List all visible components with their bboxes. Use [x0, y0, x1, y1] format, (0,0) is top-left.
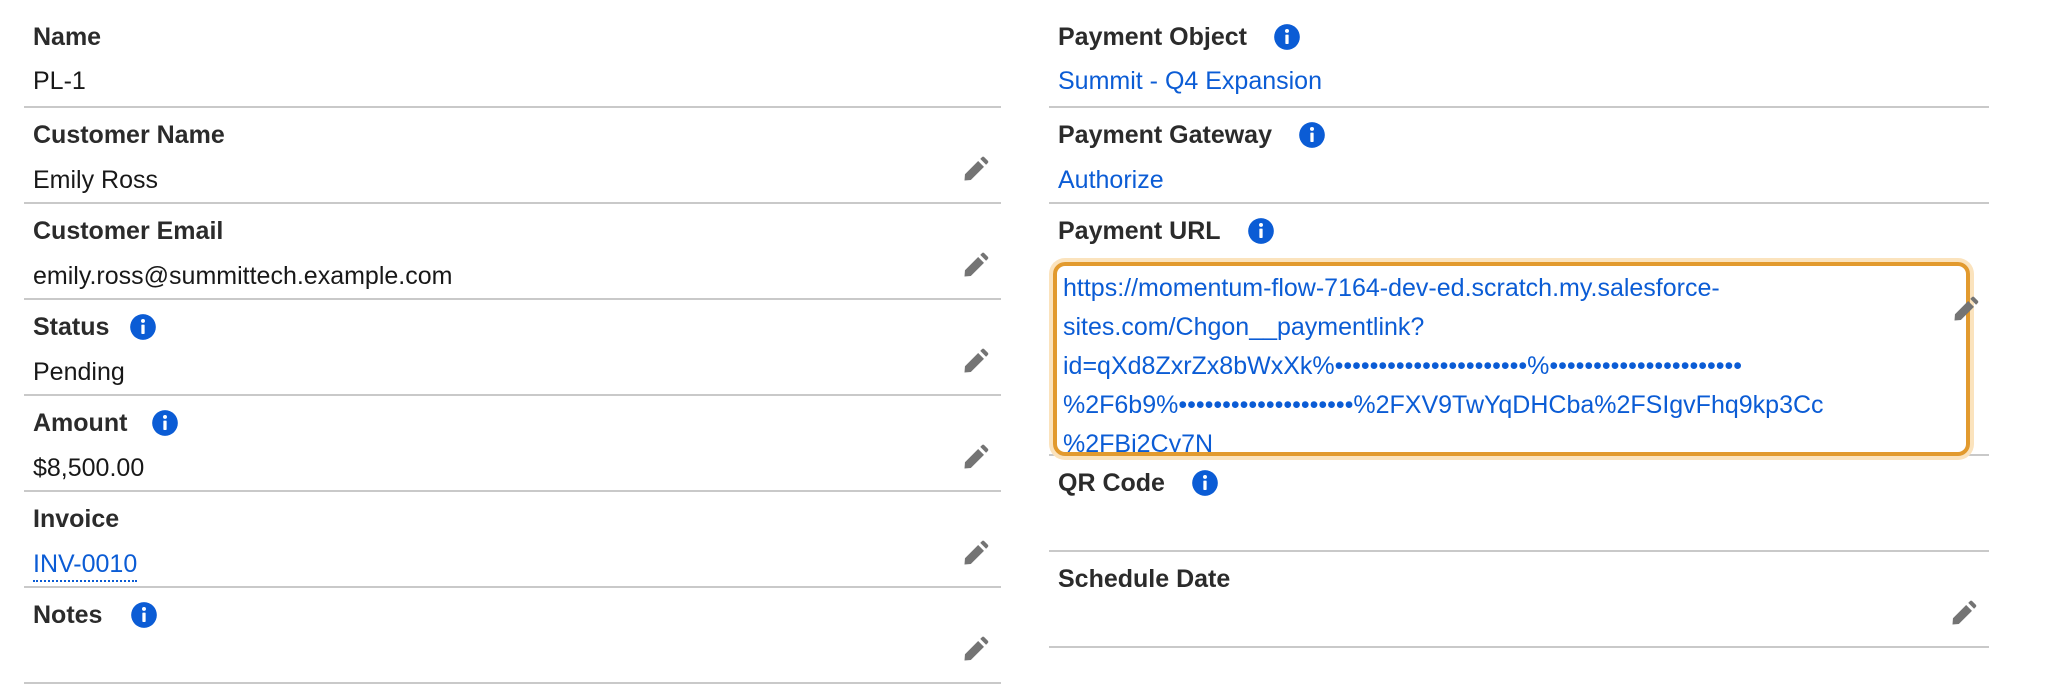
invoice-link[interactable]: INV-0010	[33, 550, 138, 582]
payment-gateway-link[interactable]: Authorize	[1058, 166, 1164, 194]
payment-url-link[interactable]: https://momentum-flow-7164-dev-ed.scratc…	[1053, 262, 1970, 456]
field-label: Amount	[33, 409, 128, 437]
info-icon[interactable]	[1273, 23, 1301, 51]
field-amount: Amount $8,500.00	[24, 396, 1001, 492]
pencil-icon[interactable]	[961, 540, 989, 568]
field-value: Emily Ross	[33, 166, 159, 194]
info-icon[interactable]	[1298, 121, 1326, 149]
field-customer-email: Customer Email emily.ross@summittech.exa…	[24, 204, 1001, 300]
field-label: Customer Email	[33, 217, 224, 245]
field-status: Status Pending	[24, 300, 1001, 396]
field-label: Invoice	[33, 505, 120, 533]
pencil-icon[interactable]	[961, 444, 989, 472]
info-icon[interactable]	[129, 313, 157, 341]
field-label: Payment Object	[1058, 23, 1247, 51]
field-notes: Notes	[24, 588, 1001, 684]
pencil-icon[interactable]	[961, 252, 989, 280]
field-invoice: Invoice INV-0010	[24, 492, 1001, 588]
field-label: Status	[33, 313, 110, 341]
pencil-icon[interactable]	[1951, 296, 1979, 324]
field-payment-object: Payment Object Summit - Q4 Expansion	[1049, 0, 1989, 108]
field-label: Name	[33, 23, 102, 51]
field-label: QR Code	[1058, 469, 1165, 497]
pencil-icon[interactable]	[961, 156, 989, 184]
field-label: Customer Name	[33, 121, 225, 149]
field-qr-code: QR Code	[1049, 456, 1989, 552]
field-customer-name: Customer Name Emily Ross	[24, 108, 1001, 204]
info-icon[interactable]	[1191, 469, 1219, 497]
field-value: Pending	[33, 358, 125, 386]
field-label: Notes	[33, 601, 103, 629]
url-line: %2F6b9%••••••••••••••••••••%2FXV9TwYqDHC…	[1063, 391, 1824, 419]
payment-object-link[interactable]: Summit - Q4 Expansion	[1058, 67, 1322, 95]
url-line: sites.com/Chgon__paymentlink?	[1063, 313, 1425, 341]
url-line: https://momentum-flow-7164-dev-ed.scratc…	[1063, 274, 1720, 302]
left-column: Name PL-1 Customer Name Emily Ross Custo…	[24, 0, 1001, 684]
url-line: id=qXd8ZxrZx8bWxXk%•••••••••••••••••••••…	[1063, 352, 1742, 380]
info-icon[interactable]	[151, 409, 179, 437]
field-payment-gateway: Payment Gateway Authorize	[1049, 108, 1989, 204]
pencil-icon[interactable]	[961, 636, 989, 664]
pencil-icon[interactable]	[961, 348, 989, 376]
field-schedule-date: Schedule Date	[1049, 552, 1989, 648]
field-name: Name PL-1	[24, 0, 1001, 108]
field-value: $8,500.00	[33, 454, 145, 482]
field-label: Schedule Date	[1058, 565, 1231, 593]
field-payment-url: Payment URL https://momentum-flow-7164-d…	[1049, 204, 1989, 456]
field-value: PL-1	[33, 67, 86, 95]
field-label: Payment URL	[1058, 217, 1221, 245]
url-line: %2FBi2Cy7N	[1063, 430, 1214, 456]
right-column: Payment Object Summit - Q4 Expansion Pay…	[1049, 0, 1989, 648]
info-icon[interactable]	[130, 601, 158, 629]
field-value: emily.ross@summittech.example.com	[33, 262, 453, 290]
field-label: Payment Gateway	[1058, 121, 1272, 149]
info-icon[interactable]	[1247, 217, 1275, 245]
pencil-icon[interactable]	[1949, 600, 1977, 628]
